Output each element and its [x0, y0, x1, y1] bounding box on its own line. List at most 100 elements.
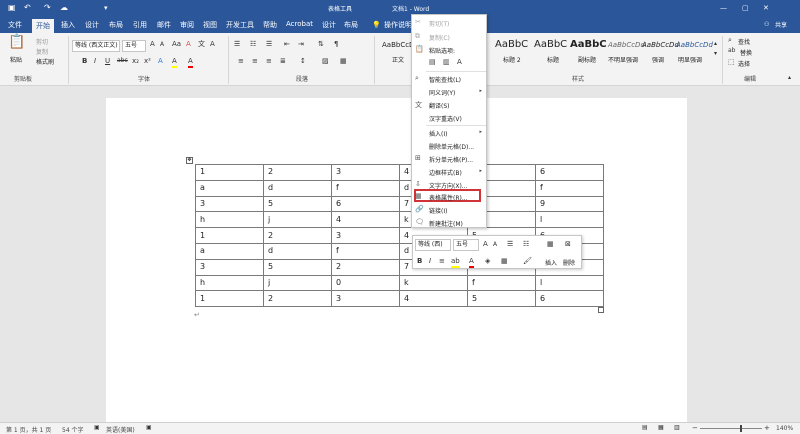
multilevel-icon[interactable]: ☰	[266, 39, 272, 49]
numbering-icon[interactable]: ☷	[250, 39, 256, 49]
table-cell[interactable]: 1	[195, 290, 264, 308]
menu-item-split-cells[interactable]: 拆分单元格(P)...	[429, 155, 473, 164]
mini-table-icon[interactable]: ▦	[547, 239, 554, 249]
zoom-in-icon[interactable]: +	[764, 423, 770, 433]
table-cell[interactable]: d	[263, 242, 332, 260]
copy-button[interactable]: 复制	[36, 47, 48, 56]
paste-text-only-icon[interactable]: A	[457, 57, 462, 67]
mini-bullets-icon[interactable]: ☰	[507, 239, 513, 249]
mini-font-dropdown[interactable]: 等线 (西)	[415, 239, 451, 251]
menu-item-synonyms[interactable]: 同义词(Y)	[429, 88, 455, 97]
mini-shading-icon[interactable]: ◈	[485, 256, 490, 266]
mini-highlight-icon[interactable]: ab	[451, 256, 460, 268]
menu-item-copy[interactable]: 复制(C)	[429, 33, 450, 42]
read-mode-icon[interactable]: ▤	[642, 423, 648, 433]
shading-icon[interactable]: ▨	[322, 56, 329, 66]
select-button[interactable]: 选择	[738, 59, 750, 68]
phonetic-icon[interactable]: 文	[198, 39, 205, 49]
mini-grow-font-icon[interactable]: A	[483, 239, 488, 249]
mini-numbering-icon[interactable]: ☷	[523, 239, 529, 249]
grow-font-icon[interactable]: A	[150, 39, 155, 49]
bold-icon[interactable]: B	[82, 56, 87, 66]
zoom-level[interactable]: 140%	[776, 425, 793, 432]
share-icon[interactable]: ⚇	[764, 20, 769, 30]
table-cell[interactable]: 6	[331, 195, 400, 213]
table-cell[interactable]: f	[467, 274, 536, 292]
mini-italic-icon[interactable]: I	[429, 256, 431, 266]
table-cell[interactable]: 3	[195, 195, 264, 213]
table-cell[interactable]: 5	[263, 258, 332, 276]
mini-size-dropdown[interactable]: 五号	[453, 239, 479, 251]
style-subtle-emphasis[interactable]: AaBbCcDd	[608, 41, 645, 49]
table-cell[interactable]: j	[263, 211, 332, 229]
paste-button[interactable]: 粘贴	[10, 55, 22, 64]
quick-access-icon[interactable]: ☁	[60, 3, 68, 13]
strikethrough-icon[interactable]: abc	[117, 56, 128, 66]
save-icon[interactable]: ▣	[8, 3, 16, 13]
tab-help[interactable]: 帮助	[263, 20, 277, 30]
superscript-icon[interactable]: x²	[144, 56, 151, 66]
table-cell[interactable]: 2	[331, 258, 400, 276]
mini-shrink-font-icon[interactable]: A	[493, 240, 497, 250]
table-cell[interactable]: f	[331, 242, 400, 260]
table-cell[interactable]: 2	[263, 227, 332, 244]
zoom-slider[interactable]	[700, 428, 762, 429]
font-size-dropdown[interactable]: 五号	[122, 40, 146, 52]
menu-item-new-comment[interactable]: 新建批注(M)	[429, 219, 463, 228]
tab-view[interactable]: 视图	[203, 20, 217, 30]
mini-insert-button[interactable]: 插入	[545, 258, 557, 267]
table-cell[interactable]: k	[399, 274, 468, 292]
cut-button[interactable]: 剪切	[36, 37, 48, 46]
table-cell[interactable]: a	[195, 242, 264, 260]
subscript-icon[interactable]: x₂	[132, 56, 139, 66]
restore-icon[interactable]: ▢	[742, 3, 749, 13]
clear-format-icon[interactable]: A	[186, 39, 191, 49]
close-icon[interactable]: ✕	[763, 3, 769, 13]
table-cell[interactable]: l	[535, 211, 604, 229]
undo-icon[interactable]: ↶	[24, 3, 31, 13]
show-marks-icon[interactable]: ¶	[334, 39, 338, 49]
style-heading2[interactable]: AaBbC	[495, 39, 528, 50]
tab-review[interactable]: 审阅	[180, 20, 194, 30]
tab-insert[interactable]: 插入	[61, 20, 75, 30]
styles-more-icon[interactable]: ▴ ▾	[714, 39, 717, 59]
table-cell[interactable]: j	[263, 274, 332, 292]
style-intense-emphasis[interactable]: AaBbCcDd	[676, 41, 713, 49]
line-spacing-icon[interactable]: ↕	[300, 56, 306, 66]
mini-bold-icon[interactable]: B	[417, 256, 422, 266]
zoom-out-icon[interactable]: −	[692, 423, 698, 433]
table-cell[interactable]: 1	[195, 227, 264, 244]
menu-item-cut[interactable]: 剪切(T)	[429, 19, 449, 28]
table-cell[interactable]: 0	[331, 274, 400, 292]
table-cell[interactable]: 3	[331, 164, 400, 181]
paste-keep-source-icon[interactable]: ▤	[429, 57, 436, 67]
menu-item-delete-cells[interactable]: 删除单元格(D)...	[429, 142, 474, 151]
table-cell[interactable]: 3	[331, 290, 400, 308]
menu-item-table-properties[interactable]: 表格属性(R)...	[429, 193, 468, 202]
table-cell[interactable]: 5	[467, 290, 536, 308]
increase-indent-icon[interactable]: ⇥	[298, 39, 304, 49]
page-count[interactable]: 第 1 页，共 1 页	[6, 425, 51, 434]
font-name-dropdown[interactable]: 等线 (西文正文)	[72, 40, 120, 52]
highlight-icon[interactable]: A	[172, 56, 177, 68]
tab-references[interactable]: 引用	[133, 20, 147, 30]
tab-layout[interactable]: 布局	[109, 20, 123, 30]
table-resize-handle[interactable]	[598, 307, 604, 313]
accessibility-icon[interactable]: ▣	[146, 423, 152, 433]
font-color-icon[interactable]: A	[188, 56, 193, 68]
tab-table-design[interactable]: 设计	[322, 20, 336, 30]
tell-me-box[interactable]: 操作说明	[384, 20, 412, 30]
paste-icon[interactable]: 📋	[8, 35, 25, 49]
menu-item-hanzi-reselect[interactable]: 汉字重选(V)	[429, 114, 462, 123]
align-left-icon[interactable]: ≡	[238, 56, 244, 66]
redo-icon[interactable]: ↷	[44, 3, 51, 13]
style-title[interactable]: AaBbC	[534, 39, 567, 50]
style-subtitle[interactable]: AaBbC	[570, 39, 607, 50]
table-cell[interactable]: 1	[195, 164, 264, 181]
mini-align-icon[interactable]: ≡	[439, 256, 445, 266]
tab-acrobat[interactable]: Acrobat	[286, 20, 313, 28]
find-button[interactable]: 查找	[738, 37, 750, 46]
underline-icon[interactable]: U	[105, 56, 110, 66]
table-cell[interactable]: 4	[399, 290, 468, 308]
table-cell[interactable]: a	[195, 179, 264, 197]
